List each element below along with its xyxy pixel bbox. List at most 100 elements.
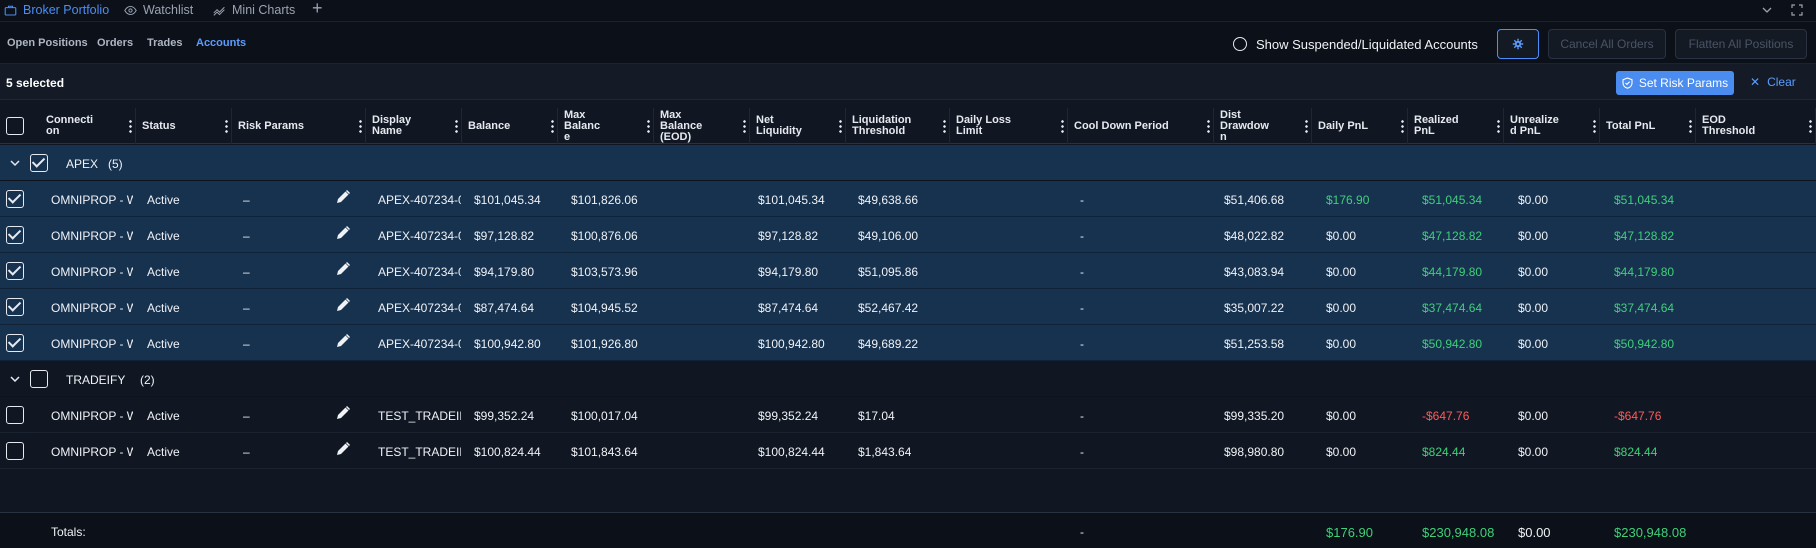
column-menu-icon[interactable] <box>455 119 458 133</box>
column-menu-icon[interactable] <box>1689 119 1692 133</box>
tab-mini-charts[interactable]: Mini Charts <box>213 0 295 20</box>
table-row[interactable]: OMNIPROP - W Active – APEX-407234-05 $100,94… <box>0 325 1816 361</box>
chevron-down-icon[interactable] <box>1761 4 1773 16</box>
tab-trades[interactable]: Trades <box>147 37 182 49</box>
column-header-unrealized-pnl[interactable]: Unrealize d PnL <box>1504 108 1600 144</box>
briefcase-icon <box>4 5 17 15</box>
add-tab-icon[interactable]: + <box>312 0 323 18</box>
column-header-eod-threshold[interactable]: EOD Threshold <box>1696 108 1816 144</box>
tab-accounts[interactable]: Accounts <box>196 37 246 49</box>
chevron-down-icon[interactable] <box>10 158 20 168</box>
group-checkbox[interactable] <box>30 370 48 388</box>
column-header-realized-pnl[interactable]: Realized PnL <box>1408 108 1504 144</box>
unrealized-pnl-cell: $0.00 <box>1518 193 1549 207</box>
column-header-label: Total PnL <box>1606 119 1656 132</box>
edit-pencil-icon[interactable] <box>335 189 351 205</box>
column-menu-icon[interactable] <box>647 119 650 133</box>
column-header-connection[interactable]: Connecti on <box>40 108 136 144</box>
flatten-all-positions-button[interactable]: Flatten All Positions <box>1675 29 1807 59</box>
column-header-total-pnl[interactable]: Total PnL <box>1600 108 1696 144</box>
column-header-display-name[interactable]: Display Name <box>366 108 462 144</box>
column-header-balance[interactable]: Balance <box>462 108 558 144</box>
row-checkbox[interactable] <box>6 190 24 208</box>
column-menu-icon[interactable] <box>1305 119 1308 133</box>
cancel-all-orders-button[interactable]: Cancel All Orders <box>1548 29 1666 59</box>
edit-pencil-icon[interactable] <box>335 225 351 241</box>
column-menu-icon[interactable] <box>1061 119 1064 133</box>
column-header-dist-drawdown[interactable]: Dist Drawdow n <box>1214 108 1312 144</box>
column-header-daily-pnl[interactable]: Daily PnL <box>1312 108 1408 144</box>
column-menu-icon[interactable] <box>551 119 554 133</box>
select-all-checkbox[interactable] <box>6 117 24 135</box>
table-row[interactable]: OMNIPROP - W Active – APEX-407234-03 $94,179… <box>0 253 1816 289</box>
column-header-liquidation-threshold[interactable]: Liquidation Threshold <box>846 108 950 144</box>
column-menu-icon[interactable] <box>1593 119 1596 133</box>
settings-button[interactable] <box>1497 29 1539 59</box>
edit-pencil-icon[interactable] <box>335 261 351 277</box>
chevron-down-icon[interactable] <box>10 374 20 384</box>
row-checkbox[interactable] <box>6 406 24 424</box>
edit-pencil-icon[interactable] <box>335 405 351 421</box>
display-name-cell: TEST_TRADEIFY_ <box>378 445 461 459</box>
unrealized-pnl-cell: $0.00 <box>1518 301 1549 315</box>
row-checkbox[interactable] <box>6 442 24 460</box>
column-header-status[interactable]: Status <box>136 108 232 144</box>
tab-broker-portfolio[interactable]: Broker Portfolio <box>4 0 109 20</box>
table-row[interactable]: OMNIPROP - W Active – APEX-407234-02 $97,128… <box>0 217 1816 253</box>
table-row[interactable]: OMNIPROP - W Active – APEX-407234-01 $101,04… <box>0 181 1816 217</box>
tab-open-positions[interactable]: Open Positions <box>7 37 88 49</box>
unrealized-pnl-cell: $0.00 <box>1518 229 1549 243</box>
column-menu-icon[interactable] <box>743 119 746 133</box>
edit-pencil-icon[interactable] <box>335 333 351 349</box>
dist-drawdown-cell: $43,083.94 <box>1224 265 1285 279</box>
table-row[interactable]: OMNIPROP - W Active – TEST_TRADEIFY_ $100,82… <box>0 433 1816 469</box>
set-risk-params-button[interactable]: Set Risk Params <box>1616 71 1734 95</box>
risk-params-cell: – <box>243 337 250 351</box>
tab-orders[interactable]: Orders <box>97 37 133 49</box>
expand-icon[interactable] <box>1791 4 1803 16</box>
column-header-label: Dist Drawdow n <box>1220 108 1269 143</box>
row-checkbox[interactable] <box>6 262 24 280</box>
column-header-max-balance-eod[interactable]: Max Balance (EOD) <box>654 108 750 144</box>
column-header-risk-params[interactable]: Risk Params <box>232 108 366 144</box>
column-header-label: Realized PnL <box>1414 114 1459 137</box>
tab-watchlist[interactable]: Watchlist <box>124 0 193 20</box>
cool-down-cell: - <box>1080 409 1084 423</box>
column-menu-icon[interactable] <box>129 119 132 133</box>
column-menu-icon[interactable] <box>1497 119 1500 133</box>
realized-pnl-cell: $824.44 <box>1422 445 1466 459</box>
table-row[interactable]: OMNIPROP - W Active – TEST_TRADEIFY_ $99,352… <box>0 397 1816 433</box>
column-menu-icon[interactable] <box>225 119 228 133</box>
display-name-cell: APEX-407234-05 <box>378 337 461 351</box>
row-checkbox[interactable] <box>6 334 24 352</box>
table-row[interactable]: OMNIPROP - W Active – APEX-407234-04 $87,474… <box>0 289 1816 325</box>
column-header-cool-down-period[interactable]: Cool Down Period <box>1068 108 1214 144</box>
group-row-tradeify[interactable]: TRADEIFY (2) <box>0 361 1816 397</box>
column-menu-icon[interactable] <box>943 119 946 133</box>
edit-pencil-icon[interactable] <box>335 441 351 457</box>
balance-cell: $97,128.82 <box>474 229 535 243</box>
net-liquidity-cell: $100,824.44 <box>758 445 825 459</box>
cool-down-cell: - <box>1080 265 1084 279</box>
group-checkbox[interactable] <box>30 154 48 172</box>
row-checkbox[interactable] <box>6 298 24 316</box>
column-header-daily-loss-limit[interactable]: Daily Loss Limit <box>950 108 1068 144</box>
group-row-apex[interactable]: APEX (5) <box>0 145 1816 181</box>
row-checkbox[interactable] <box>6 226 24 244</box>
column-header-net-liquidity[interactable]: Net Liquidity <box>750 108 846 144</box>
totals-unrealized-pnl: $0.00 <box>1518 525 1551 540</box>
column-menu-icon[interactable] <box>1809 119 1812 133</box>
connection-cell: OMNIPROP - W <box>51 265 133 279</box>
balance-cell: $100,942.80 <box>474 337 541 351</box>
show-suspended-radio[interactable] <box>1233 37 1247 51</box>
column-menu-icon[interactable] <box>1207 119 1210 133</box>
display-name-cell: APEX-407234-01 <box>378 193 461 207</box>
column-header-max-balance[interactable]: Max Balanc e <box>558 108 654 144</box>
realized-pnl-cell: $51,045.34 <box>1422 193 1483 207</box>
balance-cell: $100,824.44 <box>474 445 541 459</box>
column-menu-icon[interactable] <box>1401 119 1404 133</box>
column-menu-icon[interactable] <box>839 119 842 133</box>
column-menu-icon[interactable] <box>359 119 362 133</box>
clear-selection-button[interactable]: ✕ Clear <box>1750 75 1796 89</box>
edit-pencil-icon[interactable] <box>335 297 351 313</box>
